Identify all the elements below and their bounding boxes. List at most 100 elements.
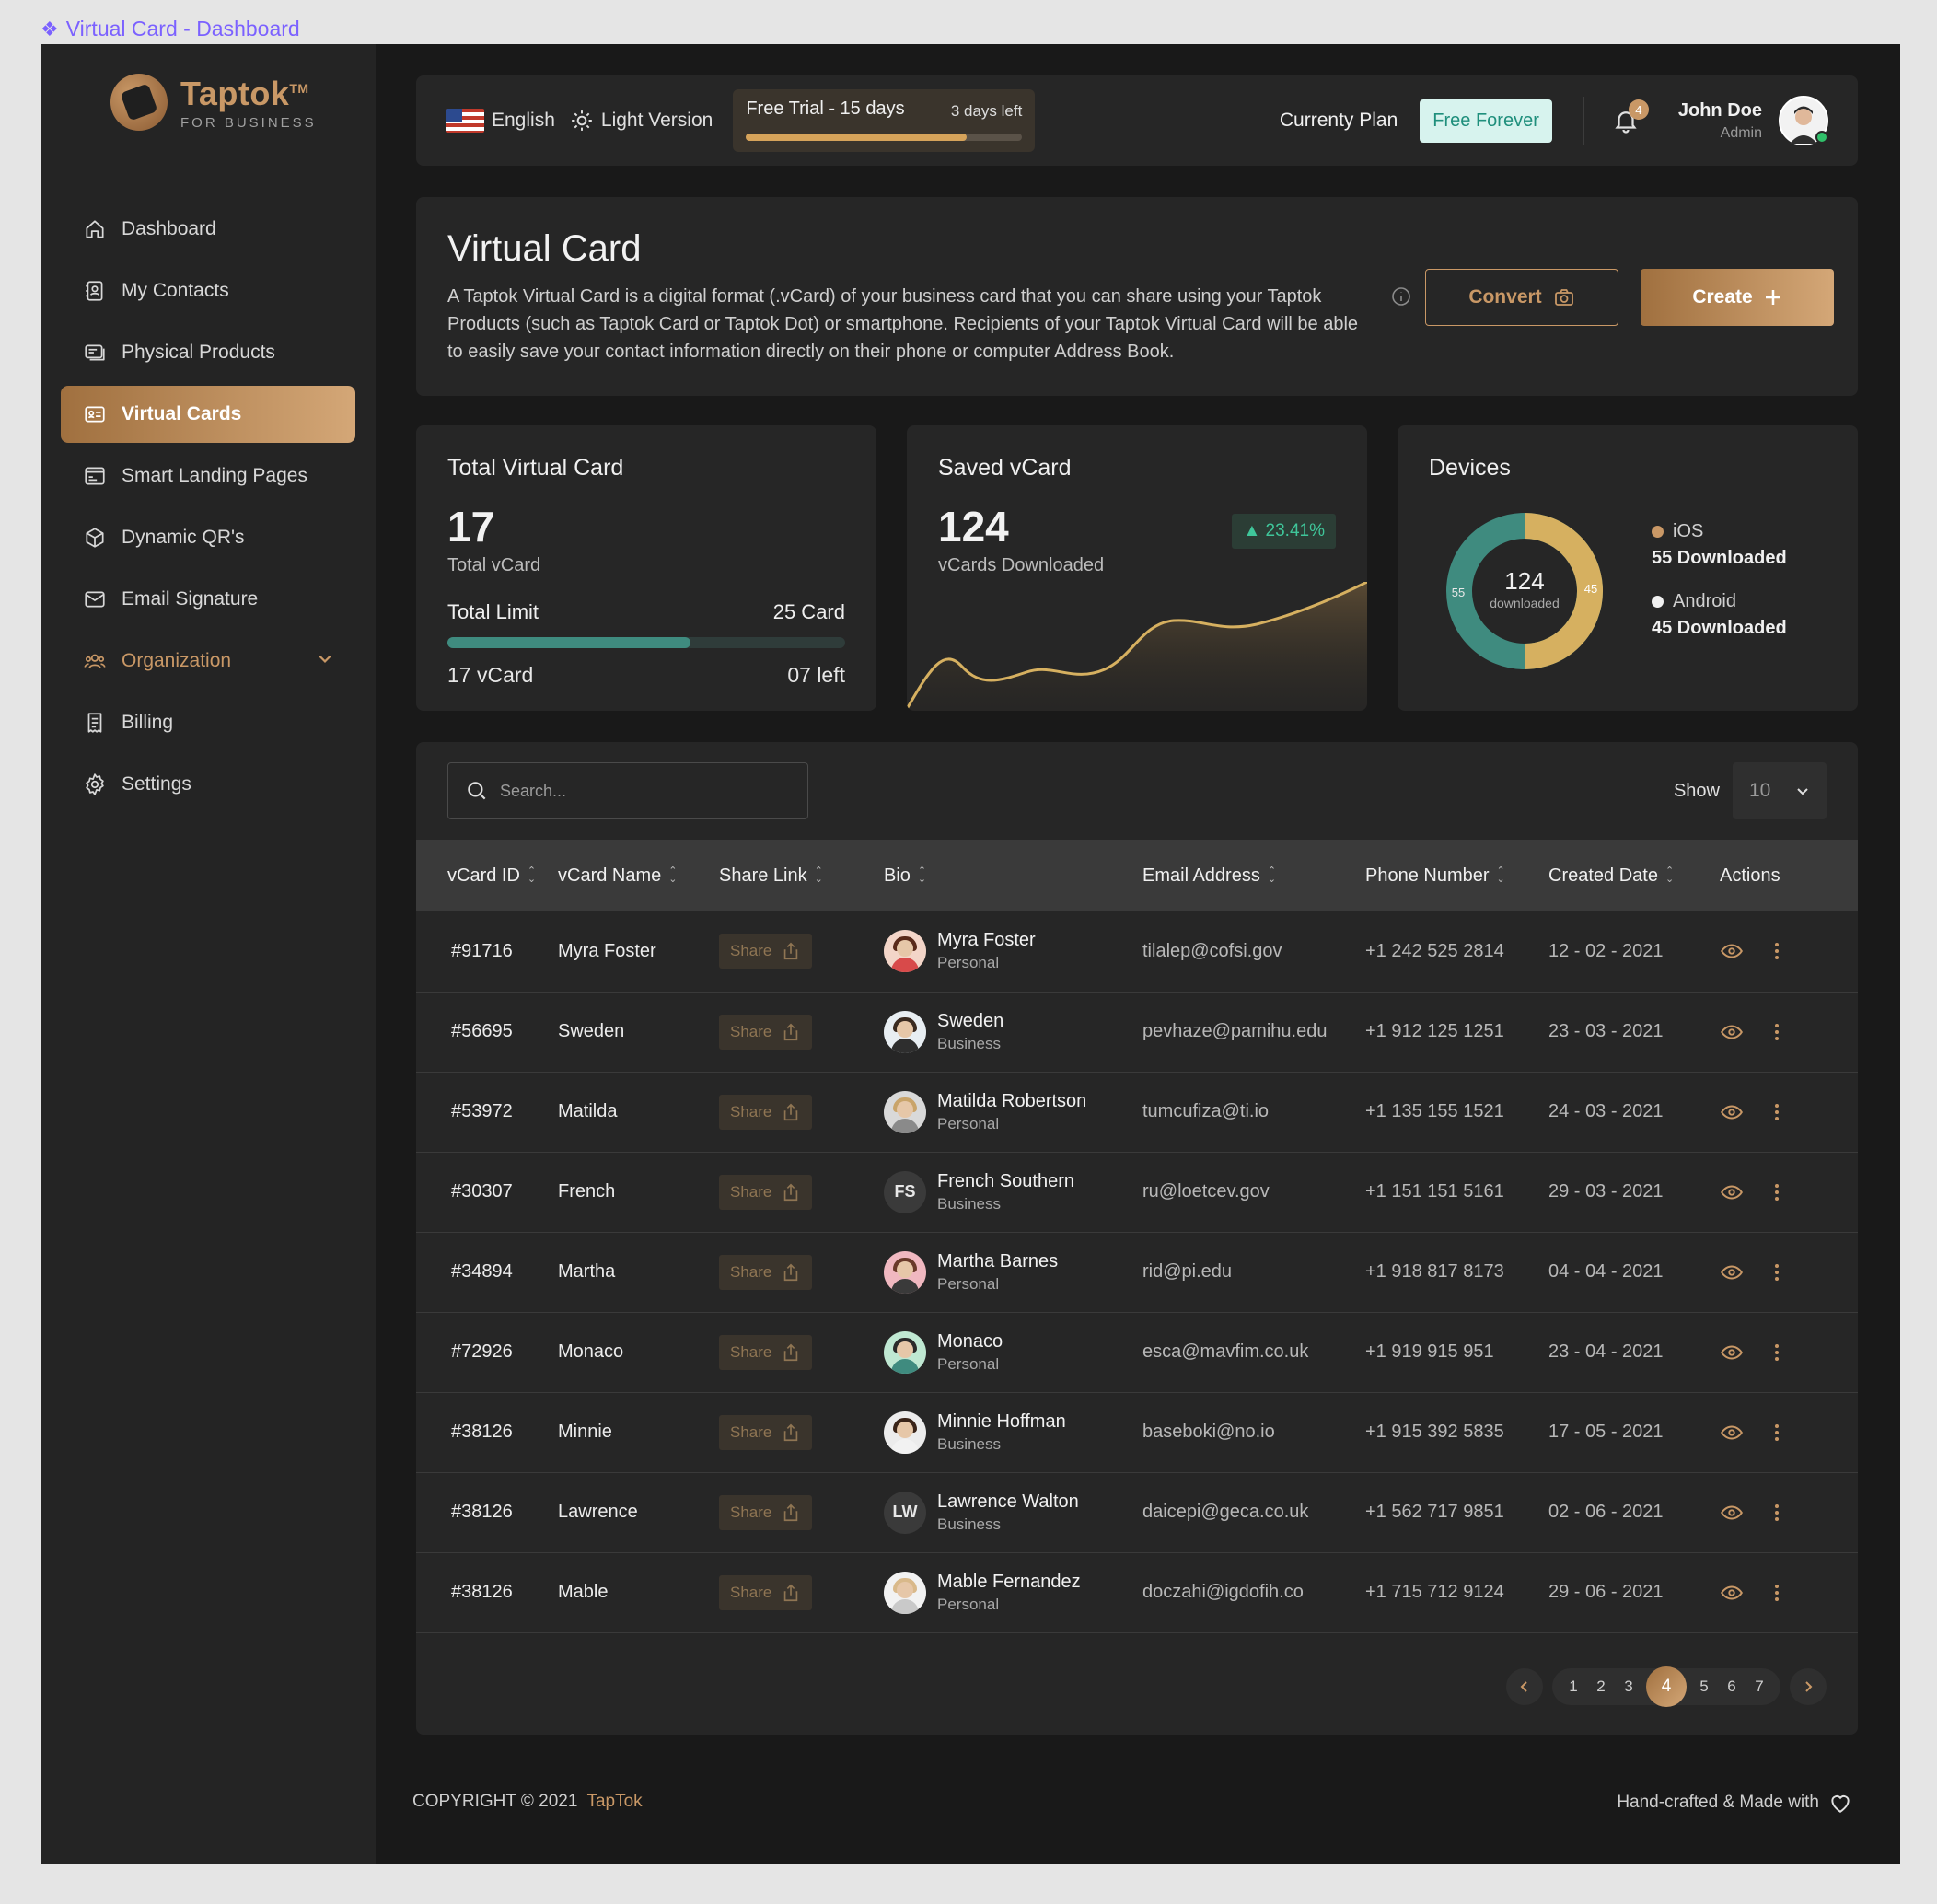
share-button[interactable]: Share bbox=[719, 934, 813, 969]
sidebar-item-organization[interactable]: Organization bbox=[61, 633, 355, 690]
page-size-select[interactable]: 10 bbox=[1733, 762, 1827, 819]
share-button[interactable]: Share bbox=[719, 1254, 813, 1290]
prev-page-button[interactable] bbox=[1506, 1668, 1543, 1705]
plus-icon bbox=[1765, 290, 1780, 305]
share-button[interactable]: Share bbox=[719, 1174, 813, 1210]
more-vertical-icon[interactable] bbox=[1768, 1180, 1786, 1204]
more-vertical-icon[interactable] bbox=[1768, 1020, 1786, 1044]
page-6-button[interactable]: 6 bbox=[1718, 1678, 1746, 1696]
chevron-down-icon[interactable] bbox=[317, 650, 333, 672]
more-vertical-icon[interactable] bbox=[1768, 1100, 1786, 1124]
more-vertical-icon[interactable] bbox=[1768, 1501, 1786, 1525]
column-header-vcard-id[interactable]: vCard ID ⌃ ⌄ bbox=[416, 840, 558, 911]
sidebar-item-label: Virtual Cards bbox=[122, 403, 242, 424]
bio-cell: Monaco Personal bbox=[884, 1330, 1142, 1374]
column-header-created-date[interactable]: Created Date ⌃ ⌄ bbox=[1548, 840, 1720, 911]
page-3-button[interactable]: 3 bbox=[1615, 1678, 1642, 1696]
sidebar-item-label: Dynamic QR's bbox=[122, 527, 245, 548]
table-row[interactable]: #72926 Monaco Share Monaco Personal esca@mavf… bbox=[416, 1312, 1858, 1392]
language-selector[interactable]: English bbox=[446, 109, 555, 133]
sidebar-item-dashboard[interactable]: Dashboard bbox=[61, 201, 355, 258]
table-row[interactable]: #91716 Myra Foster Share Myra Foster Persona… bbox=[416, 911, 1858, 992]
brand-logo[interactable]: TaptokTM FOR BUSINESS bbox=[110, 74, 317, 131]
table-row[interactable]: #38126 Lawrence Share LW Lawrence Walton Busi… bbox=[416, 1472, 1858, 1552]
share-icon bbox=[784, 1423, 798, 1441]
sidebar-item-dynamic-qr-s[interactable]: Dynamic QR's bbox=[61, 509, 355, 566]
search-box[interactable] bbox=[447, 762, 808, 819]
created-date: 29 - 03 - 2021 bbox=[1548, 1181, 1664, 1202]
info-icon[interactable] bbox=[1390, 285, 1412, 308]
camera-icon bbox=[1554, 289, 1573, 306]
column-header-email-address[interactable]: Email Address ⌃ ⌄ bbox=[1142, 840, 1365, 911]
bio-type: Business bbox=[937, 1034, 1001, 1052]
contacts-icon bbox=[83, 279, 107, 303]
table-row[interactable]: #56695 Sweden Share Sweden Business pevhaze@p… bbox=[416, 992, 1858, 1072]
eye-icon[interactable] bbox=[1720, 1020, 1744, 1044]
sidebar-item-email-signature[interactable]: Email Signature bbox=[61, 571, 355, 628]
column-header-bio[interactable]: Bio ⌃ ⌄ bbox=[884, 840, 1142, 911]
sidebar-item-my-contacts[interactable]: My Contacts bbox=[61, 262, 355, 319]
column-header-phone-number[interactable]: Phone Number ⌃ ⌄ bbox=[1365, 840, 1548, 911]
table-row[interactable]: #30307 French Share FS French Southern Busine… bbox=[416, 1152, 1858, 1232]
eye-icon[interactable] bbox=[1720, 1260, 1744, 1284]
share-button[interactable]: Share bbox=[719, 1574, 813, 1610]
eye-icon[interactable] bbox=[1720, 1501, 1744, 1525]
more-vertical-icon[interactable] bbox=[1768, 1421, 1786, 1445]
table-row[interactable]: #38126 Mable Share Mable Fernandez Personal d… bbox=[416, 1552, 1858, 1632]
phone: +1 912 125 1251 bbox=[1365, 1021, 1504, 1041]
share-button[interactable]: Share bbox=[719, 1494, 813, 1530]
page-4-button[interactable]: 4 bbox=[1646, 1666, 1687, 1707]
column-header-vcard-name[interactable]: vCard Name ⌃ ⌄ bbox=[558, 840, 719, 911]
table-row[interactable]: #34894 Martha Share Martha Barnes Personal ri… bbox=[416, 1232, 1858, 1312]
vcard-id: #53972 bbox=[451, 1101, 513, 1121]
table-row[interactable]: #53972 Matilda Share Matilda Robertson Perso… bbox=[416, 1072, 1858, 1152]
more-vertical-icon[interactable] bbox=[1768, 939, 1786, 963]
share-icon bbox=[784, 1503, 798, 1521]
sidebar-item-label: Email Signature bbox=[122, 588, 259, 610]
convert-button[interactable]: Convert bbox=[1425, 269, 1618, 326]
sidebar-item-label: Billing bbox=[122, 712, 174, 733]
share-button[interactable]: Share bbox=[719, 1094, 813, 1130]
notification-button[interactable]: 4 bbox=[1612, 99, 1649, 134]
vcard-id: #38126 bbox=[451, 1502, 513, 1522]
phone: +1 562 717 9851 bbox=[1365, 1502, 1504, 1522]
user-avatar[interactable] bbox=[1779, 96, 1828, 145]
next-page-button[interactable] bbox=[1790, 1668, 1827, 1705]
search-input[interactable] bbox=[500, 781, 776, 801]
theme-toggle[interactable]: Light Version bbox=[570, 109, 713, 133]
more-vertical-icon[interactable] bbox=[1768, 1581, 1786, 1605]
more-vertical-icon[interactable] bbox=[1768, 1260, 1786, 1284]
plan-badge[interactable]: Free Forever bbox=[1420, 99, 1552, 143]
sidebar-item-billing[interactable]: Billing bbox=[61, 694, 355, 751]
more-vertical-icon[interactable] bbox=[1768, 1341, 1786, 1364]
devices-legend: iOS 55 Downloaded Android 45 Downloaded bbox=[1652, 521, 1787, 661]
share-button[interactable]: Share bbox=[719, 1414, 813, 1450]
eye-icon[interactable] bbox=[1720, 1180, 1744, 1204]
table-row[interactable]: #38126 Minnie Share Minnie Hoffman Business b… bbox=[416, 1392, 1858, 1472]
sort-icon: ⌃ ⌄ bbox=[917, 865, 927, 886]
page-1-button[interactable]: 1 bbox=[1560, 1678, 1587, 1696]
sidebar-item-virtual-cards[interactable]: Virtual Cards bbox=[61, 386, 355, 443]
share-button[interactable]: Share bbox=[719, 1014, 813, 1050]
products-icon bbox=[83, 341, 107, 365]
page-5-button[interactable]: 5 bbox=[1690, 1678, 1718, 1696]
sidebar-item-smart-landing-pages[interactable]: Smart Landing Pages bbox=[61, 447, 355, 505]
eye-icon[interactable] bbox=[1720, 1581, 1744, 1605]
page-7-button[interactable]: 7 bbox=[1746, 1678, 1773, 1696]
sort-icon: ⌃ ⌄ bbox=[1664, 865, 1675, 886]
eye-icon[interactable] bbox=[1720, 1341, 1744, 1364]
share-icon bbox=[784, 1263, 798, 1281]
eye-icon[interactable] bbox=[1720, 939, 1744, 963]
page-2-button[interactable]: 2 bbox=[1587, 1678, 1615, 1696]
phone: +1 151 151 5161 bbox=[1365, 1181, 1504, 1202]
eye-icon[interactable] bbox=[1720, 1100, 1744, 1124]
column-header-share-link[interactable]: Share Link ⌃ ⌄ bbox=[719, 840, 884, 911]
sidebar-item-physical-products[interactable]: Physical Products bbox=[61, 324, 355, 381]
eye-icon[interactable] bbox=[1720, 1421, 1744, 1445]
create-button[interactable]: Create bbox=[1641, 269, 1834, 326]
footer-brand-link[interactable]: TapTok bbox=[586, 1792, 642, 1811]
sidebar-item-settings[interactable]: Settings bbox=[61, 756, 355, 813]
share-button[interactable]: Share bbox=[719, 1334, 813, 1370]
user-info[interactable]: John Doe Admin bbox=[1678, 100, 1762, 142]
mail-icon bbox=[83, 587, 107, 611]
